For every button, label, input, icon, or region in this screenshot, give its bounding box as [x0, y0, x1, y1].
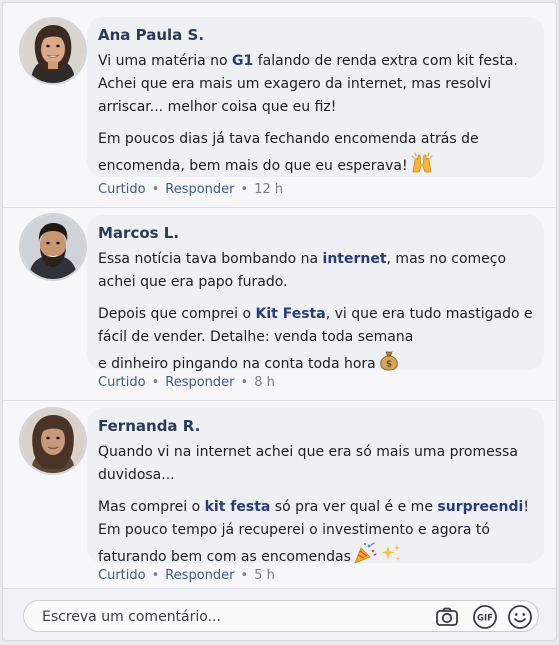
comment-bubble: Marcos L. Essa notícia tava bombando na …: [87, 215, 544, 372]
comment-input[interactable]: [40, 601, 424, 633]
separator-dot: •: [240, 375, 249, 390]
comment-text-segment: Essa notícia tava bombando na: [98, 251, 323, 267]
separator-dot: •: [240, 568, 249, 583]
separator-dot: •: [240, 182, 249, 197]
svg-text:GIF: GIF: [477, 614, 493, 624]
svg-text:$: $: [386, 360, 392, 370]
comment-text-segment: Mas comprei o: [98, 499, 205, 515]
comment-author[interactable]: Fernanda R.: [98, 416, 533, 436]
avatar[interactable]: [19, 213, 87, 281]
comment-text-segment: Depois que comprei o: [98, 306, 256, 322]
comment-actions: Curtido • Responder • 12 h: [98, 181, 283, 199]
highlighted-text: Kit Festa: [255, 306, 326, 322]
money-bag-icon: $: [378, 349, 400, 379]
like-button[interactable]: Curtido: [98, 181, 146, 199]
highlighted-text: surpreendi: [437, 499, 524, 515]
comment-author[interactable]: Marcos L.: [98, 223, 533, 243]
comment-author[interactable]: Ana Paula S.: [98, 25, 533, 45]
like-button[interactable]: Curtido: [98, 567, 146, 585]
comment-timestamp: 12 h: [254, 182, 284, 197]
comment-actions: Curtido • Responder • 8 h: [98, 374, 275, 392]
comment-text-segment: Quando vi na internet achei que era só m…: [98, 444, 518, 483]
party-popper-icon: [353, 542, 377, 572]
reply-button[interactable]: Responder: [165, 567, 234, 585]
comment-actions: Curtido • Responder • 5 h: [98, 567, 275, 585]
comment-text-segment: só pra ver qual é e me: [270, 499, 438, 515]
comment-composer: GIF: [23, 600, 539, 633]
sparkles-icon: [379, 542, 403, 572]
avatar-marcos-image: [21, 215, 85, 279]
highlighted-text: kit festa: [204, 499, 271, 515]
comment-paragraph: Em poucos dias já tava fechando encomend…: [98, 128, 533, 181]
comment-paragraph: Depois que comprei o Kit Festa, vi que e…: [98, 303, 533, 379]
comment-bubble: Ana Paula S. Vi uma matéria no G1 faland…: [87, 17, 544, 177]
comment-timestamp: 5 h: [254, 568, 275, 583]
highlighted-text: internet: [322, 251, 387, 267]
comment-thread: Ana Paula S. Vi uma matéria no G1 faland…: [2, 2, 557, 641]
comment-divider: [3, 400, 556, 401]
reply-button[interactable]: Responder: [165, 181, 234, 199]
comment-bubble: Fernanda R. Quando vi na internet achei …: [87, 408, 544, 565]
comment-text: Essa notícia tava bombando na internet, …: [98, 248, 533, 379]
separator-dot: •: [151, 182, 160, 197]
avatar-ana-image: [21, 19, 85, 83]
comment-paragraph: Essa notícia tava bombando na internet, …: [98, 248, 533, 294]
highlighted-text: G1: [232, 53, 254, 69]
smiley-icon[interactable]: [507, 604, 533, 630]
avatar[interactable]: [19, 17, 87, 85]
comment-paragraph: Mas comprei o kit festa só pra ver qual …: [98, 496, 533, 572]
avatar[interactable]: [19, 407, 87, 475]
comment-divider: [3, 207, 556, 208]
comment-paragraph: Quando vi na internet achei que era só m…: [98, 441, 533, 487]
comment-timestamp: 8 h: [254, 375, 275, 390]
comment-text: Vi uma matéria no G1 falando de renda ex…: [98, 50, 533, 181]
raised-hands-icon: [410, 151, 434, 181]
like-button[interactable]: Curtido: [98, 374, 146, 392]
separator-dot: •: [151, 375, 160, 390]
camera-icon[interactable]: [434, 604, 460, 630]
comment-text-segment: e dinheiro pingando na conta toda hora: [98, 356, 376, 372]
comment-text-segment: Vi uma matéria no: [98, 53, 233, 69]
gif-icon[interactable]: GIF: [472, 604, 498, 630]
reply-button[interactable]: Responder: [165, 374, 234, 392]
comment-text: Quando vi na internet achei que era só m…: [98, 441, 533, 572]
comment-composer-bar: GIF: [3, 588, 556, 640]
avatar-fernanda-image: [21, 409, 85, 473]
comment-paragraph: Vi uma matéria no G1 falando de renda ex…: [98, 50, 533, 119]
separator-dot: •: [151, 568, 160, 583]
